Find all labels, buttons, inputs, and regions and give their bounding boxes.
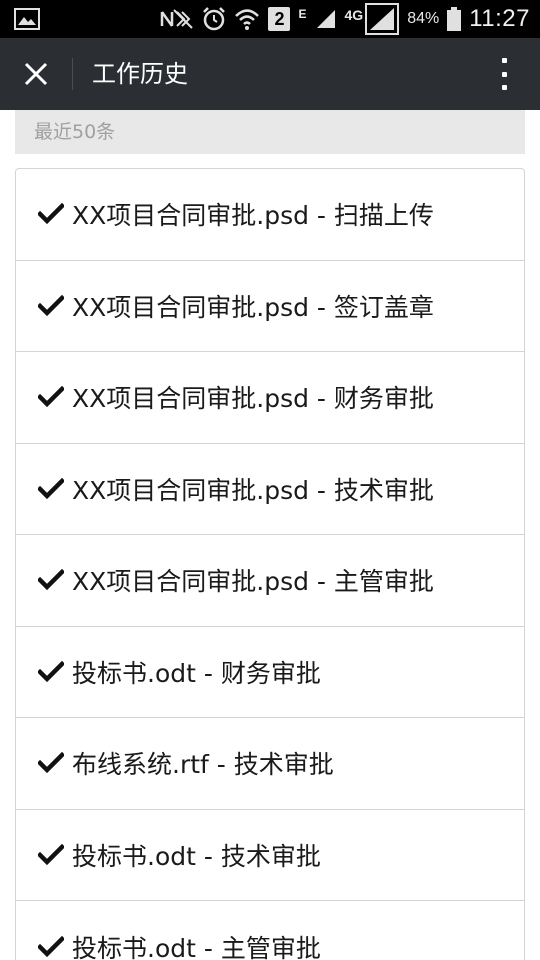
history-list: XX项目合同审批.psd - 扫描上传 XX项目合同审批.psd - 签订盖章 XX… (15, 168, 525, 960)
check-icon (38, 569, 64, 591)
history-item-label: 投标书.odt - 技术审批 (72, 841, 321, 871)
history-item-label: 投标书.odt - 主管审批 (72, 933, 321, 960)
more-vertical-icon (501, 58, 507, 63)
check-icon (38, 203, 64, 225)
check-icon (38, 843, 64, 865)
check-icon (38, 386, 64, 408)
history-list-item[interactable]: 投标书.odt - 财务审批 (16, 627, 524, 718)
history-list-item[interactable]: 布线系统.rtf - 技术审批 (16, 718, 524, 810)
status-left (14, 8, 40, 35)
history-list-item[interactable]: XX项目合同审批.psd - 签订盖章 (16, 261, 524, 352)
section-header: 最近50条 (15, 110, 525, 154)
sim-badge: 2 (268, 7, 291, 31)
history-item-label: 布线系统.rtf - 技术审批 (72, 750, 334, 780)
history-item-label: 投标书.odt - 财务审批 (72, 658, 321, 688)
battery-percent: 84% (407, 10, 440, 27)
gallery-notification-icon (14, 8, 40, 30)
history-list-item[interactable]: XX项目合同审批.psd - 扫描上传 (16, 169, 524, 261)
wifi-icon (235, 9, 260, 30)
battery-icon (447, 7, 462, 31)
history-item-label: XX项目合同审批.psd - 扫描上传 (72, 201, 434, 231)
check-icon (38, 660, 64, 682)
history-list-item[interactable]: XX项目合同审批.psd - 主管审批 (16, 535, 524, 627)
appbar-divider (72, 58, 73, 90)
clock-time: 11:27 (469, 5, 530, 32)
history-list-item[interactable]: 投标书.odt - 主管审批 (16, 901, 524, 960)
status-bar: 2 E 4G 84% 11:27 (0, 0, 540, 38)
nfc-icon (161, 9, 194, 29)
check-icon (38, 294, 64, 316)
more-options-button[interactable] (494, 56, 514, 92)
history-list-item[interactable]: 投标书.odt - 技术审批 (16, 810, 524, 901)
alarm-icon (203, 7, 226, 31)
close-icon (24, 62, 48, 86)
page-title: 工作历史 (92, 60, 188, 88)
status-right: 2 E 4G 84% 11:27 (160, 0, 530, 38)
app-bar: 工作历史 (0, 38, 540, 110)
history-item-label: XX项目合同审批.psd - 签订盖章 (72, 292, 434, 322)
history-item-label: XX项目合同审批.psd - 主管审批 (72, 567, 434, 597)
check-icon (38, 477, 64, 499)
check-icon (38, 935, 64, 957)
history-item-label: XX项目合同审批.psd - 财务审批 (72, 384, 434, 414)
network-type-label: 4G (344, 7, 364, 23)
close-button[interactable] (18, 56, 54, 92)
history-item-label: XX项目合同审批.psd - 技术审批 (72, 475, 434, 505)
history-list-item[interactable]: XX项目合同审批.psd - 技术审批 (16, 444, 524, 535)
history-list-item[interactable]: XX项目合同审批.psd - 财务审批 (16, 352, 524, 444)
signal-strength-icon (365, 3, 400, 35)
edge-label: E (298, 7, 307, 21)
signal-icon (316, 10, 335, 28)
check-icon (38, 752, 64, 774)
